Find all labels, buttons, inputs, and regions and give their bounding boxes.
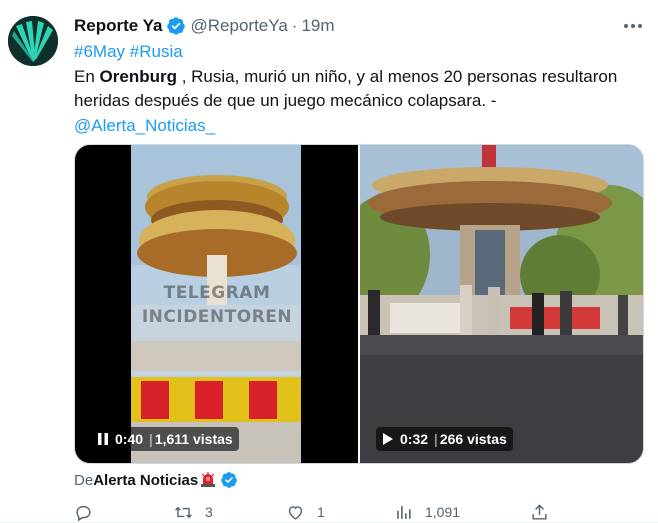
retweet-button[interactable]: 3: [174, 500, 213, 523]
reply-icon: [76, 505, 91, 521]
watermark-line-1: TELEGRAM: [163, 283, 271, 303]
play-icon[interactable]: [382, 433, 394, 445]
media-attribution: De Alerta Noticias: [74, 468, 238, 492]
more-options-button[interactable]: [620, 14, 646, 38]
video-watermark: TELEGRAM INCIDENTOREN: [133, 281, 301, 329]
video-2-views: 266 vistas: [439, 431, 507, 447]
verified-badge-icon[interactable]: [220, 471, 238, 489]
video-thumbnail-2: [360, 145, 643, 463]
siren-icon: [201, 472, 216, 487]
video-player-1[interactable]: TELEGRAM INCIDENTOREN 0:40 | 1,611 vista…: [75, 145, 358, 463]
share-button[interactable]: [530, 500, 549, 523]
views-chart-icon: [397, 505, 411, 519]
verified-badge-icon[interactable]: [166, 16, 186, 36]
hashtag-line: #6May #Rusia: [74, 40, 646, 65]
video-2-duration: 0:32: [400, 431, 429, 447]
tweet-actions: 3 1 1,091: [74, 500, 554, 523]
author-name[interactable]: Reporte Ya: [74, 16, 163, 36]
heart-icon: [288, 505, 303, 520]
retweet-icon: [175, 506, 192, 518]
reply-button[interactable]: [74, 500, 105, 523]
separator-dot: ·: [291, 16, 298, 35]
video-1-controls[interactable]: 0:40 | 1,611 vistas: [91, 427, 239, 451]
video-2-controls[interactable]: 0:32 | 266 vistas: [376, 427, 513, 451]
tweet-header: Reporte Ya @ReporteYa · 19m: [74, 14, 335, 38]
hashtag-link[interactable]: #Rusia: [130, 42, 183, 61]
media-grid: TELEGRAM INCIDENTOREN 0:40 | 1,611 vista…: [74, 144, 644, 464]
share-icon: [532, 503, 547, 520]
mention-link[interactable]: @Alerta_Noticias_: [74, 116, 215, 135]
video-player-2[interactable]: 0:32 | 266 vistas: [360, 145, 643, 463]
hashtag-link[interactable]: #6May: [74, 42, 125, 61]
avatar[interactable]: [8, 16, 58, 66]
retweet-count: 3: [205, 504, 213, 520]
divider: |: [145, 431, 153, 447]
pause-icon[interactable]: [97, 433, 109, 445]
body-text: En Orenburg , Rusia, murió un niño, y al…: [74, 65, 646, 114]
tweet[interactable]: Reporte Ya @ReporteYa · 19m #6May #Rusia…: [0, 0, 658, 523]
author-handle[interactable]: @ReporteYa: [191, 16, 288, 36]
tweet-text: #6May #Rusia En Orenburg , Rusia, murió …: [74, 40, 646, 138]
views-button[interactable]: 1,091: [394, 500, 460, 523]
timestamp[interactable]: 19m: [301, 16, 334, 36]
more-dot-icon: [624, 24, 628, 28]
video-1-views: 1,611 vistas: [154, 431, 233, 447]
like-count: 1: [317, 504, 325, 520]
attribution-source[interactable]: Alerta Noticias: [93, 472, 198, 489]
more-dot-icon: [631, 24, 635, 28]
attribution-prefix: De: [74, 471, 94, 489]
avatar-image: [8, 16, 58, 66]
like-button[interactable]: 1: [286, 500, 325, 523]
watermark-line-2: INCIDENTOREN: [141, 307, 293, 327]
more-dot-icon: [638, 24, 642, 28]
text-prefix: En: [74, 66, 100, 86]
video-1-duration: 0:40: [115, 431, 144, 447]
views-count: 1,091: [425, 504, 461, 520]
location-bold: Orenburg: [99, 66, 177, 86]
divider: |: [430, 431, 438, 447]
